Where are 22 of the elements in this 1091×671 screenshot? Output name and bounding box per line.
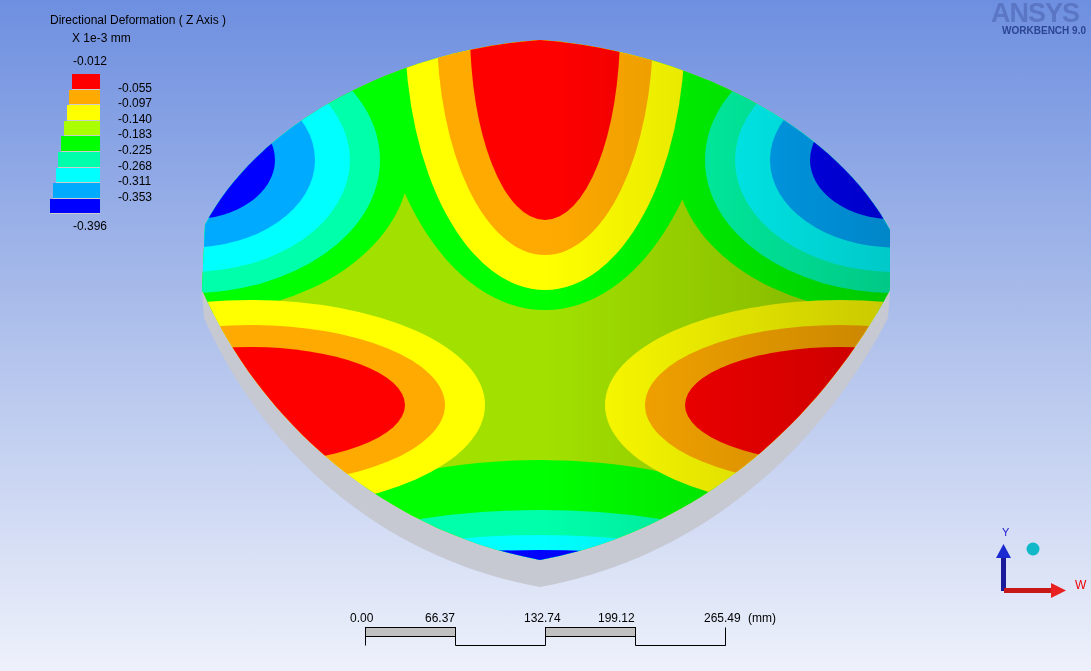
coordinate-triad-drawing [996,542,1066,598]
logo-product: WORKBENCH 9.0 [1002,25,1086,36]
legend-value: -0.183 [118,127,153,142]
legend-value: -0.140 [118,111,153,126]
scale-value: 66.37 [425,611,456,625]
scale-value: 265.49 [704,611,741,625]
legend-value: -0.353 [118,189,153,204]
legend-min-value: -0.396 [73,219,108,233]
scale-value: 199.12 [598,611,635,625]
result-title: Directional Deformation ( Z Axis ) [50,13,227,27]
legend-value: -0.311 [118,174,152,189]
axis-label: W [1075,578,1087,592]
scale-value: 0.00 [350,611,374,625]
legend-value: -0.225 [118,143,153,157]
axis-label: Y [1002,526,1010,538]
legend-value: -0.268 [118,158,153,173]
legend-value: -0.055 [118,80,153,95]
scale-unit: (mm) [748,611,776,625]
legend-value: -0.097 [118,96,153,111]
unit-label: X 1e-3 mm [72,31,131,45]
scale-value: 132.74 [524,611,561,625]
legend-max-value: -0.012 [73,54,108,68]
